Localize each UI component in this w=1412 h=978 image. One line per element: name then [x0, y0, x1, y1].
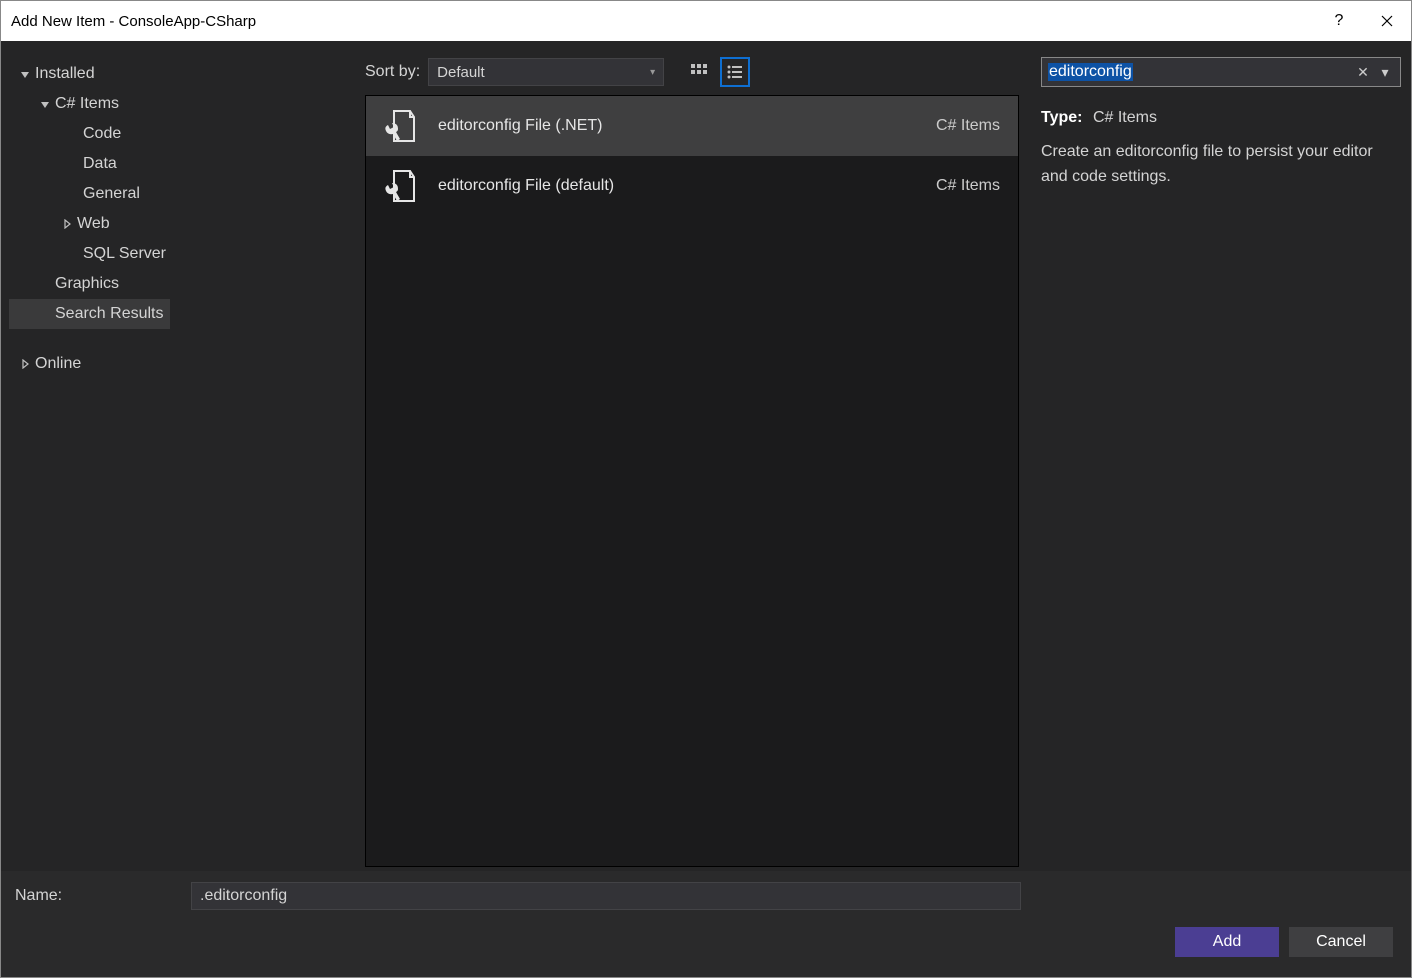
tree-general[interactable]: General	[9, 179, 363, 209]
add-new-item-dialog: Add New Item - ConsoleApp-CSharp ? Insta…	[0, 0, 1412, 978]
template-category: C# Items	[936, 177, 1000, 195]
clear-search-icon[interactable]: ✕	[1352, 64, 1374, 81]
template-details: Type: C# Items Create an editorconfig fi…	[1041, 105, 1401, 190]
tree-web[interactable]: Web	[9, 209, 363, 239]
window-title: Add New Item - ConsoleApp-CSharp	[11, 13, 1315, 30]
template-center: Sort by: Default ▾	[363, 41, 1031, 871]
tree-label: Search Results	[53, 305, 164, 323]
category-tree: Installed C# Items Code Data General	[1, 41, 363, 871]
tree-label: General	[81, 185, 140, 203]
expand-arrow-icon	[17, 69, 33, 79]
tree-label: SQL Server	[81, 245, 166, 263]
sort-by-label: Sort by:	[365, 63, 422, 81]
search-text: editorconfig	[1048, 63, 1133, 81]
tree-csharp-items[interactable]: C# Items	[9, 89, 363, 119]
center-toolbar: Sort by: Default ▾	[365, 57, 1019, 87]
tree-label: Web	[75, 215, 110, 233]
chevron-down-icon: ▾	[650, 67, 655, 78]
search-dropdown-icon[interactable]: ▾	[1374, 64, 1396, 81]
search-input[interactable]: editorconfig ✕ ▾	[1041, 57, 1401, 87]
file-wrench-icon	[378, 165, 420, 207]
tree-graphics[interactable]: Graphics	[9, 269, 363, 299]
tree-label: Code	[81, 125, 121, 143]
file-wrench-icon	[378, 105, 420, 147]
view-medium-icons-button[interactable]	[684, 57, 714, 87]
collapse-arrow-icon	[59, 219, 75, 229]
type-value: C# Items	[1093, 109, 1157, 126]
name-label: Name:	[15, 887, 191, 905]
template-item[interactable]: editorconfig File (default) C# Items	[366, 156, 1018, 216]
dialog-content: Installed C# Items Code Data General	[1, 41, 1411, 977]
titlebar: Add New Item - ConsoleApp-CSharp ?	[1, 1, 1411, 41]
tree-installed[interactable]: Installed	[9, 59, 363, 89]
template-list[interactable]: editorconfig File (.NET) C# Items editor…	[365, 95, 1019, 867]
template-name: editorconfig File (default)	[438, 177, 936, 195]
name-input[interactable]	[191, 882, 1021, 910]
tree-label: Installed	[33, 65, 95, 83]
close-button[interactable]	[1363, 1, 1411, 41]
tree-search-results[interactable]: Search Results	[9, 299, 170, 329]
tree-code[interactable]: Code	[9, 119, 363, 149]
tree-online[interactable]: Online	[9, 349, 363, 379]
view-list-button[interactable]	[720, 57, 750, 87]
cancel-button[interactable]: Cancel	[1289, 927, 1393, 957]
tree-label: Data	[81, 155, 117, 173]
template-name: editorconfig File (.NET)	[438, 117, 936, 135]
tree-label: C# Items	[53, 95, 119, 113]
tree-label: Online	[33, 355, 81, 373]
collapse-arrow-icon	[17, 359, 33, 369]
dialog-buttons: Add Cancel	[1, 913, 1411, 977]
add-button[interactable]: Add	[1175, 927, 1279, 957]
tree-sqlserver[interactable]: SQL Server	[9, 239, 363, 269]
tree-label: Graphics	[53, 275, 119, 293]
template-category: C# Items	[936, 117, 1000, 135]
details-pane: editorconfig ✕ ▾ Type: C# Items Create a…	[1031, 41, 1411, 871]
sort-by-select[interactable]: Default ▾	[428, 58, 664, 86]
template-item[interactable]: editorconfig File (.NET) C# Items	[366, 96, 1018, 156]
help-button[interactable]: ?	[1315, 1, 1363, 41]
expand-arrow-icon	[37, 99, 53, 109]
template-description: Create an editorconfig file to persist y…	[1041, 139, 1401, 190]
type-label: Type:	[1041, 109, 1088, 126]
sort-by-value: Default	[437, 64, 485, 81]
footer-area: Name: Add Cancel	[1, 871, 1411, 977]
upper-area: Installed C# Items Code Data General	[1, 41, 1411, 871]
name-row: Name:	[1, 871, 1411, 913]
tree-data[interactable]: Data	[9, 149, 363, 179]
